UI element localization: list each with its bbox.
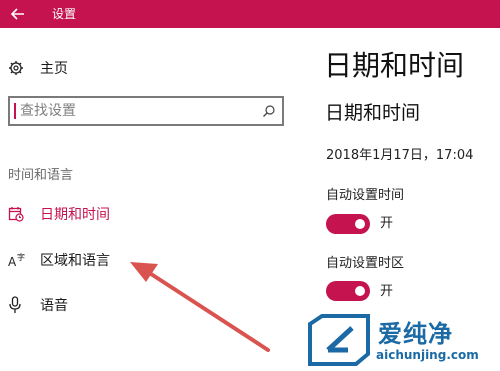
watermark: 爱纯净 aichunjing.com <box>306 312 500 371</box>
watermark-url: aichunjing.com <box>376 348 479 362</box>
brand-logo-icon <box>308 314 370 366</box>
watermark-text: 爱纯净 <box>378 320 453 348</box>
